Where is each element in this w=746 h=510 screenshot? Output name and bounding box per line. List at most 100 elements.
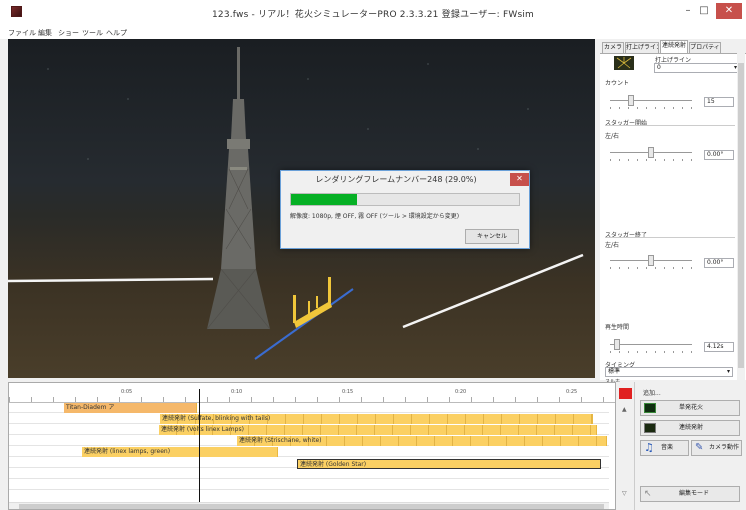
ruler-label: 0:05: [121, 389, 133, 395]
count-label: カウント: [605, 80, 630, 87]
multi-firework-icon: [644, 423, 656, 433]
render-progress-dialog: レンダリングフレームナンバー248 (29.0%) ✕ 解像度: 1080p, …: [280, 170, 530, 249]
count-slider-ticks: [610, 107, 692, 109]
ruler-label: 0:25: [566, 389, 578, 395]
duration-slider-track[interactable]: [610, 344, 692, 345]
ruler-label: 0:15: [342, 389, 354, 395]
timing-select[interactable]: 標準 ▾: [605, 367, 733, 377]
menu-bar: ファイル 編集 ショー ツール ヘルプ: [0, 26, 746, 39]
timeline-clip-selected[interactable]: 連続発射 (Golden Star): [297, 459, 601, 469]
arrow-down-icon[interactable]: ▽: [622, 490, 627, 497]
duration-slider-ticks: [610, 351, 692, 353]
edit-mode-button[interactable]: ↖ 編集モード: [640, 486, 740, 502]
cursor-icon: ↖: [644, 489, 652, 499]
render-settings-info: 解像度: 1080p, 煙 OFF, 霧 OFF (ツール > 環境設定から変更…: [290, 213, 460, 220]
action-panel: ▲ ▽ 追加... 単発花火 連続発射 ♫ 音楽 ✎ カメラ動作 ↖ 編集モード: [616, 382, 746, 510]
dialog-title: レンダリングフレームナンバー248 (29.0%): [315, 175, 477, 184]
window-title: 123.fws - リアル！花火シミュレーターPRO 2.3.3.21 登録ユー…: [211, 10, 535, 20]
divider: [605, 237, 735, 238]
playhead[interactable]: [199, 389, 200, 503]
maximize-button[interactable]: □: [697, 3, 711, 19]
timeline[interactable]: 0:05 0:10 0:15 0:20 0:25 Titan-Diadem ア …: [8, 382, 616, 510]
stagger-end-slider-thumb[interactable]: [648, 255, 654, 266]
firework-icon: [644, 403, 656, 413]
menu-show[interactable]: ショー: [58, 28, 79, 38]
edit-mode-label: 編集モード: [679, 490, 710, 497]
properties-panel: カメラ 打上げライン 連続発射 プロパティ 打上げライン 0 ▾ カウント 15…: [600, 39, 746, 385]
camera-move-button[interactable]: ✎ カメラ動作: [691, 440, 742, 456]
menu-edit[interactable]: 編集: [38, 28, 52, 38]
count-value[interactable]: 15: [704, 97, 734, 107]
menu-tools[interactable]: ツール: [82, 28, 103, 38]
timeline-scrollbar[interactable]: [9, 502, 609, 509]
launch-line-select[interactable]: 0 ▾: [654, 63, 740, 73]
single-shot-label: 単発花火: [679, 404, 704, 411]
add-label: 追加...: [643, 390, 661, 397]
tab-launch-line[interactable]: 打上げライン: [625, 42, 659, 53]
stagger-end-sub: 左/右: [605, 242, 620, 249]
minimize-button[interactable]: –: [681, 3, 695, 19]
firework-launchers: [293, 277, 332, 328]
track-row: [9, 480, 609, 490]
music-note-icon: ♫: [644, 441, 654, 454]
track-row: 連続発射 (Sulfate, blinking with tails): [9, 414, 609, 424]
timeline-ruler[interactable]: 0:05 0:10 0:15 0:20 0:25: [9, 383, 615, 403]
track-row: 連続発射 (Strischane, white): [9, 436, 609, 446]
camera-move-label: カメラ動作: [709, 444, 740, 451]
timeline-clip[interactable]: 連続発射 (Strischane, white): [237, 436, 607, 446]
divider: [605, 125, 735, 126]
record-button[interactable]: [619, 388, 632, 399]
continuous-shot-button[interactable]: 連続発射: [640, 420, 740, 436]
chevron-down-icon: ▾: [726, 368, 730, 375]
menu-file[interactable]: ファイル: [8, 28, 36, 38]
tab-properties[interactable]: プロパティ: [689, 42, 721, 53]
panel-scrollbar-thumb[interactable]: [738, 63, 744, 368]
firework-thumbnail: [614, 56, 634, 70]
scene-viewport[interactable]: レンダリングフレームナンバー248 (29.0%) ✕ 解像度: 1080p, …: [8, 39, 595, 378]
music-label: 音楽: [661, 444, 674, 451]
tower: [207, 47, 270, 329]
stagger-start-sub: 左/右: [605, 133, 620, 140]
duration-value[interactable]: 4.12s: [704, 342, 734, 352]
track-row: Titan-Diadem ア: [9, 403, 609, 413]
tab-camera[interactable]: カメラ: [602, 42, 624, 53]
panel-scrollbar[interactable]: [737, 53, 745, 380]
dialog-close-button[interactable]: ✕: [510, 173, 529, 186]
track-row: [9, 469, 609, 479]
tool-strip: ▲ ▽: [616, 382, 635, 510]
continuous-shot-label: 連続発射: [679, 424, 704, 431]
stagger-end-value[interactable]: 0.00°: [704, 258, 734, 268]
ruler-label: 0:20: [455, 389, 467, 395]
track-row: 連続発射 (Volts linex Lamps): [9, 425, 609, 435]
count-slider-track[interactable]: [610, 100, 692, 101]
timeline-clip[interactable]: 連続発射 (Sulfate, blinking with tails): [160, 414, 593, 424]
timeline-clip[interactable]: Titan-Diadem ア: [64, 403, 197, 413]
render-progress-bar: [290, 193, 520, 206]
music-button[interactable]: ♫ 音楽: [640, 440, 689, 456]
title-bar: 123.fws - リアル！花火シミュレーターPRO 2.3.3.21 登録ユー…: [0, 0, 746, 26]
launch-line-value: 0: [657, 64, 661, 71]
timeline-clip[interactable]: 連続発射 (linex lamps, green): [82, 447, 278, 457]
duration-label: 再生時間: [605, 324, 630, 331]
stagger-start-value[interactable]: 0.00°: [704, 150, 734, 160]
close-button[interactable]: ✕: [716, 3, 742, 19]
stagger-start-slider-thumb[interactable]: [648, 147, 654, 158]
duration-slider-thumb[interactable]: [614, 339, 620, 350]
arrow-up-icon[interactable]: ▲: [622, 406, 627, 413]
ruler-label: 0:10: [231, 389, 243, 395]
stagger-end-slider-ticks: [610, 267, 692, 269]
track-row: 連続発射 (Golden Star): [9, 458, 609, 469]
timeline-clip[interactable]: 連続発射 (Volts linex Lamps): [159, 425, 597, 435]
track-row: 連続発射 (linex lamps, green): [9, 447, 609, 457]
properties-body: 打上げライン 0 ▾ カウント 15 スタッガー開始 左/右 0.00° スタッ…: [600, 53, 746, 385]
single-shot-button[interactable]: 単発花火: [640, 400, 740, 416]
menu-help[interactable]: ヘルプ: [106, 28, 127, 38]
count-slider-thumb[interactable]: [628, 95, 634, 106]
timeline-scrollbar-thumb[interactable]: [19, 504, 604, 509]
camera-path-icon: ✎: [695, 442, 704, 453]
ruler-ticks: [9, 397, 615, 402]
tab-continuous[interactable]: 連続発射: [660, 40, 688, 53]
render-progress-fill: [291, 194, 358, 205]
timing-value: 標準: [608, 368, 621, 375]
cancel-button[interactable]: キャンセル: [465, 229, 519, 244]
